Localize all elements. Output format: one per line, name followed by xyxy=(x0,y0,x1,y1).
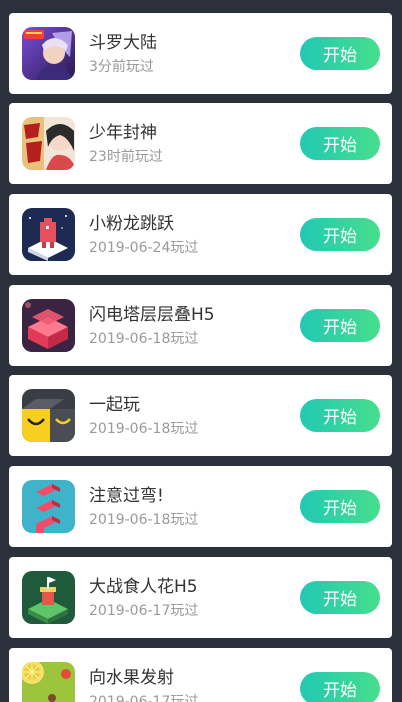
last-played: 2019-06-18玩过 xyxy=(89,512,199,528)
douluo-icon[interactable] xyxy=(22,27,75,80)
last-played: 3分前玩过 xyxy=(89,59,154,75)
game-card[interactable]: 注意过弯! 2019-06-18玩过 开始 xyxy=(9,466,392,547)
recent-games-list: 斗罗大陆 3分前玩过 开始 少年封神 23时前玩过 开始 小粉龙跳跃 2019-… xyxy=(0,0,402,702)
last-played: 23时前玩过 xyxy=(89,149,163,165)
game-card[interactable]: 斗罗大陆 3分前玩过 开始 xyxy=(9,13,392,94)
game-title: 大战食人花H5 xyxy=(89,577,198,597)
start-button[interactable]: 开始 xyxy=(300,127,380,160)
game-card[interactable]: 向水果发射 2019-06-17玩过 开始 xyxy=(9,648,392,702)
start-button[interactable]: 开始 xyxy=(300,672,380,702)
game-card[interactable]: 小粉龙跳跃 2019-06-24玩过 开始 xyxy=(9,194,392,275)
game-card[interactable]: 少年封神 23时前玩过 开始 xyxy=(9,103,392,184)
game-title: 小粉龙跳跃 xyxy=(89,214,174,234)
start-button[interactable]: 开始 xyxy=(300,37,380,70)
game-title: 闪电塔层层叠H5 xyxy=(89,305,215,325)
start-button[interactable]: 开始 xyxy=(300,490,380,523)
fengshen-icon[interactable] xyxy=(22,117,75,170)
last-played: 2019-06-17玩过 xyxy=(89,603,199,619)
game-title: 注意过弯! xyxy=(89,486,164,506)
start-button[interactable]: 开始 xyxy=(300,581,380,614)
last-played: 2019-06-18玩过 xyxy=(89,331,199,347)
game-title: 斗罗大陆 xyxy=(89,33,157,53)
tower-icon[interactable] xyxy=(22,299,75,352)
yiqiwan-icon[interactable] xyxy=(22,389,75,442)
game-title: 一起玩 xyxy=(89,395,140,415)
fruit-icon[interactable] xyxy=(22,662,75,702)
last-played: 2019-06-17玩过 xyxy=(89,694,199,702)
zigzag-icon[interactable] xyxy=(22,480,75,533)
start-button[interactable]: 开始 xyxy=(300,309,380,342)
last-played: 2019-06-18玩过 xyxy=(89,421,199,437)
game-card[interactable]: 闪电塔层层叠H5 2019-06-18玩过 开始 xyxy=(9,285,392,366)
start-button[interactable]: 开始 xyxy=(300,399,380,432)
game-card[interactable]: 大战食人花H5 2019-06-17玩过 开始 xyxy=(9,557,392,638)
last-played: 2019-06-24玩过 xyxy=(89,240,199,256)
game-title: 向水果发射 xyxy=(89,668,174,688)
flower-icon[interactable] xyxy=(22,571,75,624)
dragon-icon[interactable] xyxy=(22,208,75,261)
game-title: 少年封神 xyxy=(89,123,157,143)
game-card[interactable]: 一起玩 2019-06-18玩过 开始 xyxy=(9,375,392,456)
start-button[interactable]: 开始 xyxy=(300,218,380,251)
